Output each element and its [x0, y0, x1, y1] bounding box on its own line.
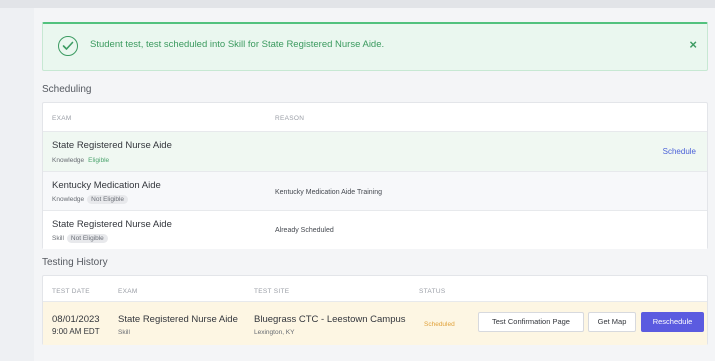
check-circle-icon [58, 36, 78, 56]
reason-text: Already Scheduled [275, 227, 334, 234]
eligibility-badge: Eligible [88, 157, 110, 164]
exam-type: Knowledge Not Eligible [52, 195, 129, 204]
table-row: Kentucky Medication Aide Knowledge Not El… [43, 171, 707, 210]
scheduling-title: Scheduling [42, 84, 92, 95]
test-time: 9:00 AM EDT [52, 327, 100, 336]
eligibility-badge: Not Eligible [87, 195, 129, 204]
status-badge: Scheduled [424, 321, 455, 328]
scheduling-table: EXAM REASON State Registered Nurse Aide … [42, 102, 708, 249]
table-row: State Registered Nurse Aide Knowledge Eli… [43, 131, 707, 171]
column-header-reason: REASON [275, 115, 305, 122]
test-site-location: Lexington, KY [254, 329, 295, 336]
page-content: Student test, test scheduled into Skill … [34, 8, 715, 361]
reschedule-button[interactable]: Reschedule [641, 312, 704, 332]
reason-text: Kentucky Medication Aide Training [275, 189, 383, 196]
exam-name: State Registered Nurse Aide [52, 140, 172, 151]
table-row: State Registered Nurse Aide Skill Not Eli… [43, 210, 707, 249]
column-header-test-site: TEST SITE [254, 288, 290, 295]
alert-message: Student test, test scheduled into Skill … [90, 39, 385, 50]
exam-type: Knowledge Eligible [52, 157, 110, 164]
column-header-exam: EXAM [118, 288, 138, 295]
column-header-test-date: TEST DATE [52, 288, 90, 295]
exam-type: Skill Not Eligible [52, 234, 108, 243]
test-site-name: Bluegrass CTC - Leestown Campus [254, 314, 406, 325]
get-map-button[interactable]: Get Map [588, 312, 636, 332]
column-header-status: STATUS [419, 288, 446, 295]
top-strip [0, 0, 715, 8]
testing-history-table: TEST DATE EXAM TEST SITE STATUS 08/01/20… [42, 275, 708, 345]
eligibility-badge: Not Eligible [66, 234, 108, 243]
close-icon[interactable]: × [689, 38, 697, 51]
exam-name: State Registered Nurse Aide [118, 314, 238, 325]
exam-name: Kentucky Medication Aide [52, 180, 161, 191]
schedule-link[interactable]: Schedule [663, 147, 696, 156]
exam-name: State Registered Nurse Aide [52, 219, 172, 230]
test-confirmation-page-button[interactable]: Test Confirmation Page [478, 312, 584, 332]
success-alert: Student test, test scheduled into Skill … [42, 22, 708, 71]
column-header-exam: EXAM [52, 115, 72, 122]
testing-history-title: Testing History [42, 257, 108, 268]
table-row: 08/01/2023 9:00 AM EDT State Registered … [43, 301, 707, 345]
exam-type: Skill [118, 329, 130, 336]
test-date: 08/01/2023 [52, 314, 100, 325]
